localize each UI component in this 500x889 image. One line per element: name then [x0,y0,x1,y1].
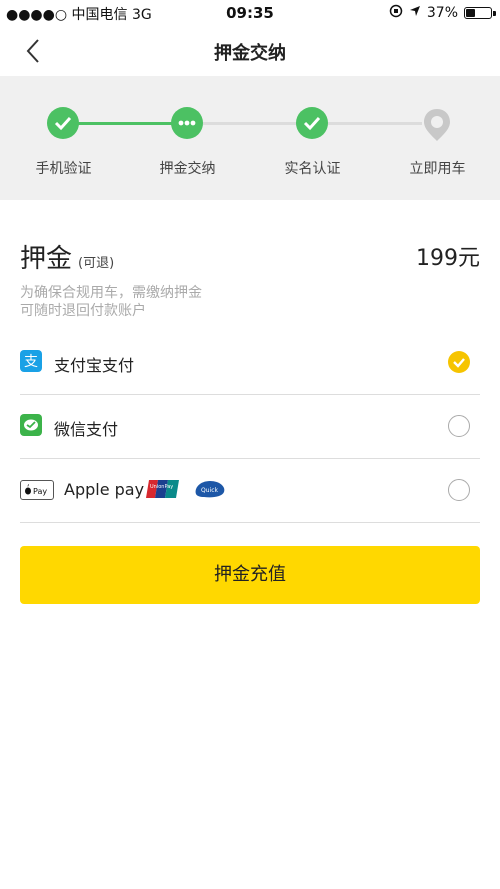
svg-text:支: 支 [24,354,38,370]
apple-pay-icon: Pay [20,480,54,500]
step-connector [203,122,297,125]
progress-steps: 手机验证 押金交纳 实名认证 立即用车 [0,76,500,200]
step-label: 手机验证 [35,161,92,177]
deposit-heading: 押金 (可退) [20,238,114,275]
deposit-title: 押金 [20,244,73,274]
deposit-amount: 199元 [416,246,480,271]
location-pin-icon [421,107,453,141]
location-arrow-icon [409,5,421,21]
radio-selected[interactable] [448,351,470,373]
status-right: 37% [389,4,496,22]
check-icon [453,358,465,368]
recharge-deposit-button[interactable]: 押金充值 [20,546,480,604]
payment-label: 微信支付 [54,420,119,439]
battery-icon [464,7,496,19]
deposit-refundable-note: (可退) [78,256,115,271]
desc-line: 为确保合规用车，需缴纳押金 [20,285,202,301]
wechat-pay-icon [20,414,42,436]
svg-text:Quick: Quick [201,487,218,494]
radio-unselected[interactable] [448,479,470,501]
payment-option-applepay[interactable]: Pay Apple pay UnionPay Quick [20,458,480,523]
unionpay-logo: UnionPay [146,478,180,500]
rotation-lock-icon [389,4,403,22]
alipay-icon: 支 [20,350,42,372]
step-connector-done [78,122,172,125]
svg-text:Pay: Pay [33,487,47,496]
payment-label: Apple pay [64,480,145,499]
page-title: 押金交纳 [214,43,286,64]
status-bar: ●●●●○ 中国电信 3G 09:35 37% [0,0,500,26]
battery-percent: 37% [426,5,458,21]
step-label: 押金交纳 [159,161,216,177]
desc-line: 可随时退回付款账户 [20,303,146,319]
payment-label: 支付宝支付 [54,356,135,375]
payment-option-wechat[interactable]: 微信支付 [20,394,480,459]
nav-bar: 押金交纳 [0,26,500,76]
svg-text:UnionPay: UnionPay [150,484,173,490]
more-dots-icon [171,107,203,139]
step-connector [328,122,422,125]
check-icon [47,107,79,139]
step-label: 立即用车 [409,161,466,177]
payment-option-alipay[interactable]: 支 支付宝支付 [20,330,480,395]
quickpass-logo: Quick [192,478,228,500]
step-label: 实名认证 [284,161,341,177]
radio-unselected[interactable] [448,415,470,437]
check-icon [296,107,328,139]
deposit-description: 为确保合规用车，需缴纳押金 可随时退回付款账户 [20,284,202,320]
